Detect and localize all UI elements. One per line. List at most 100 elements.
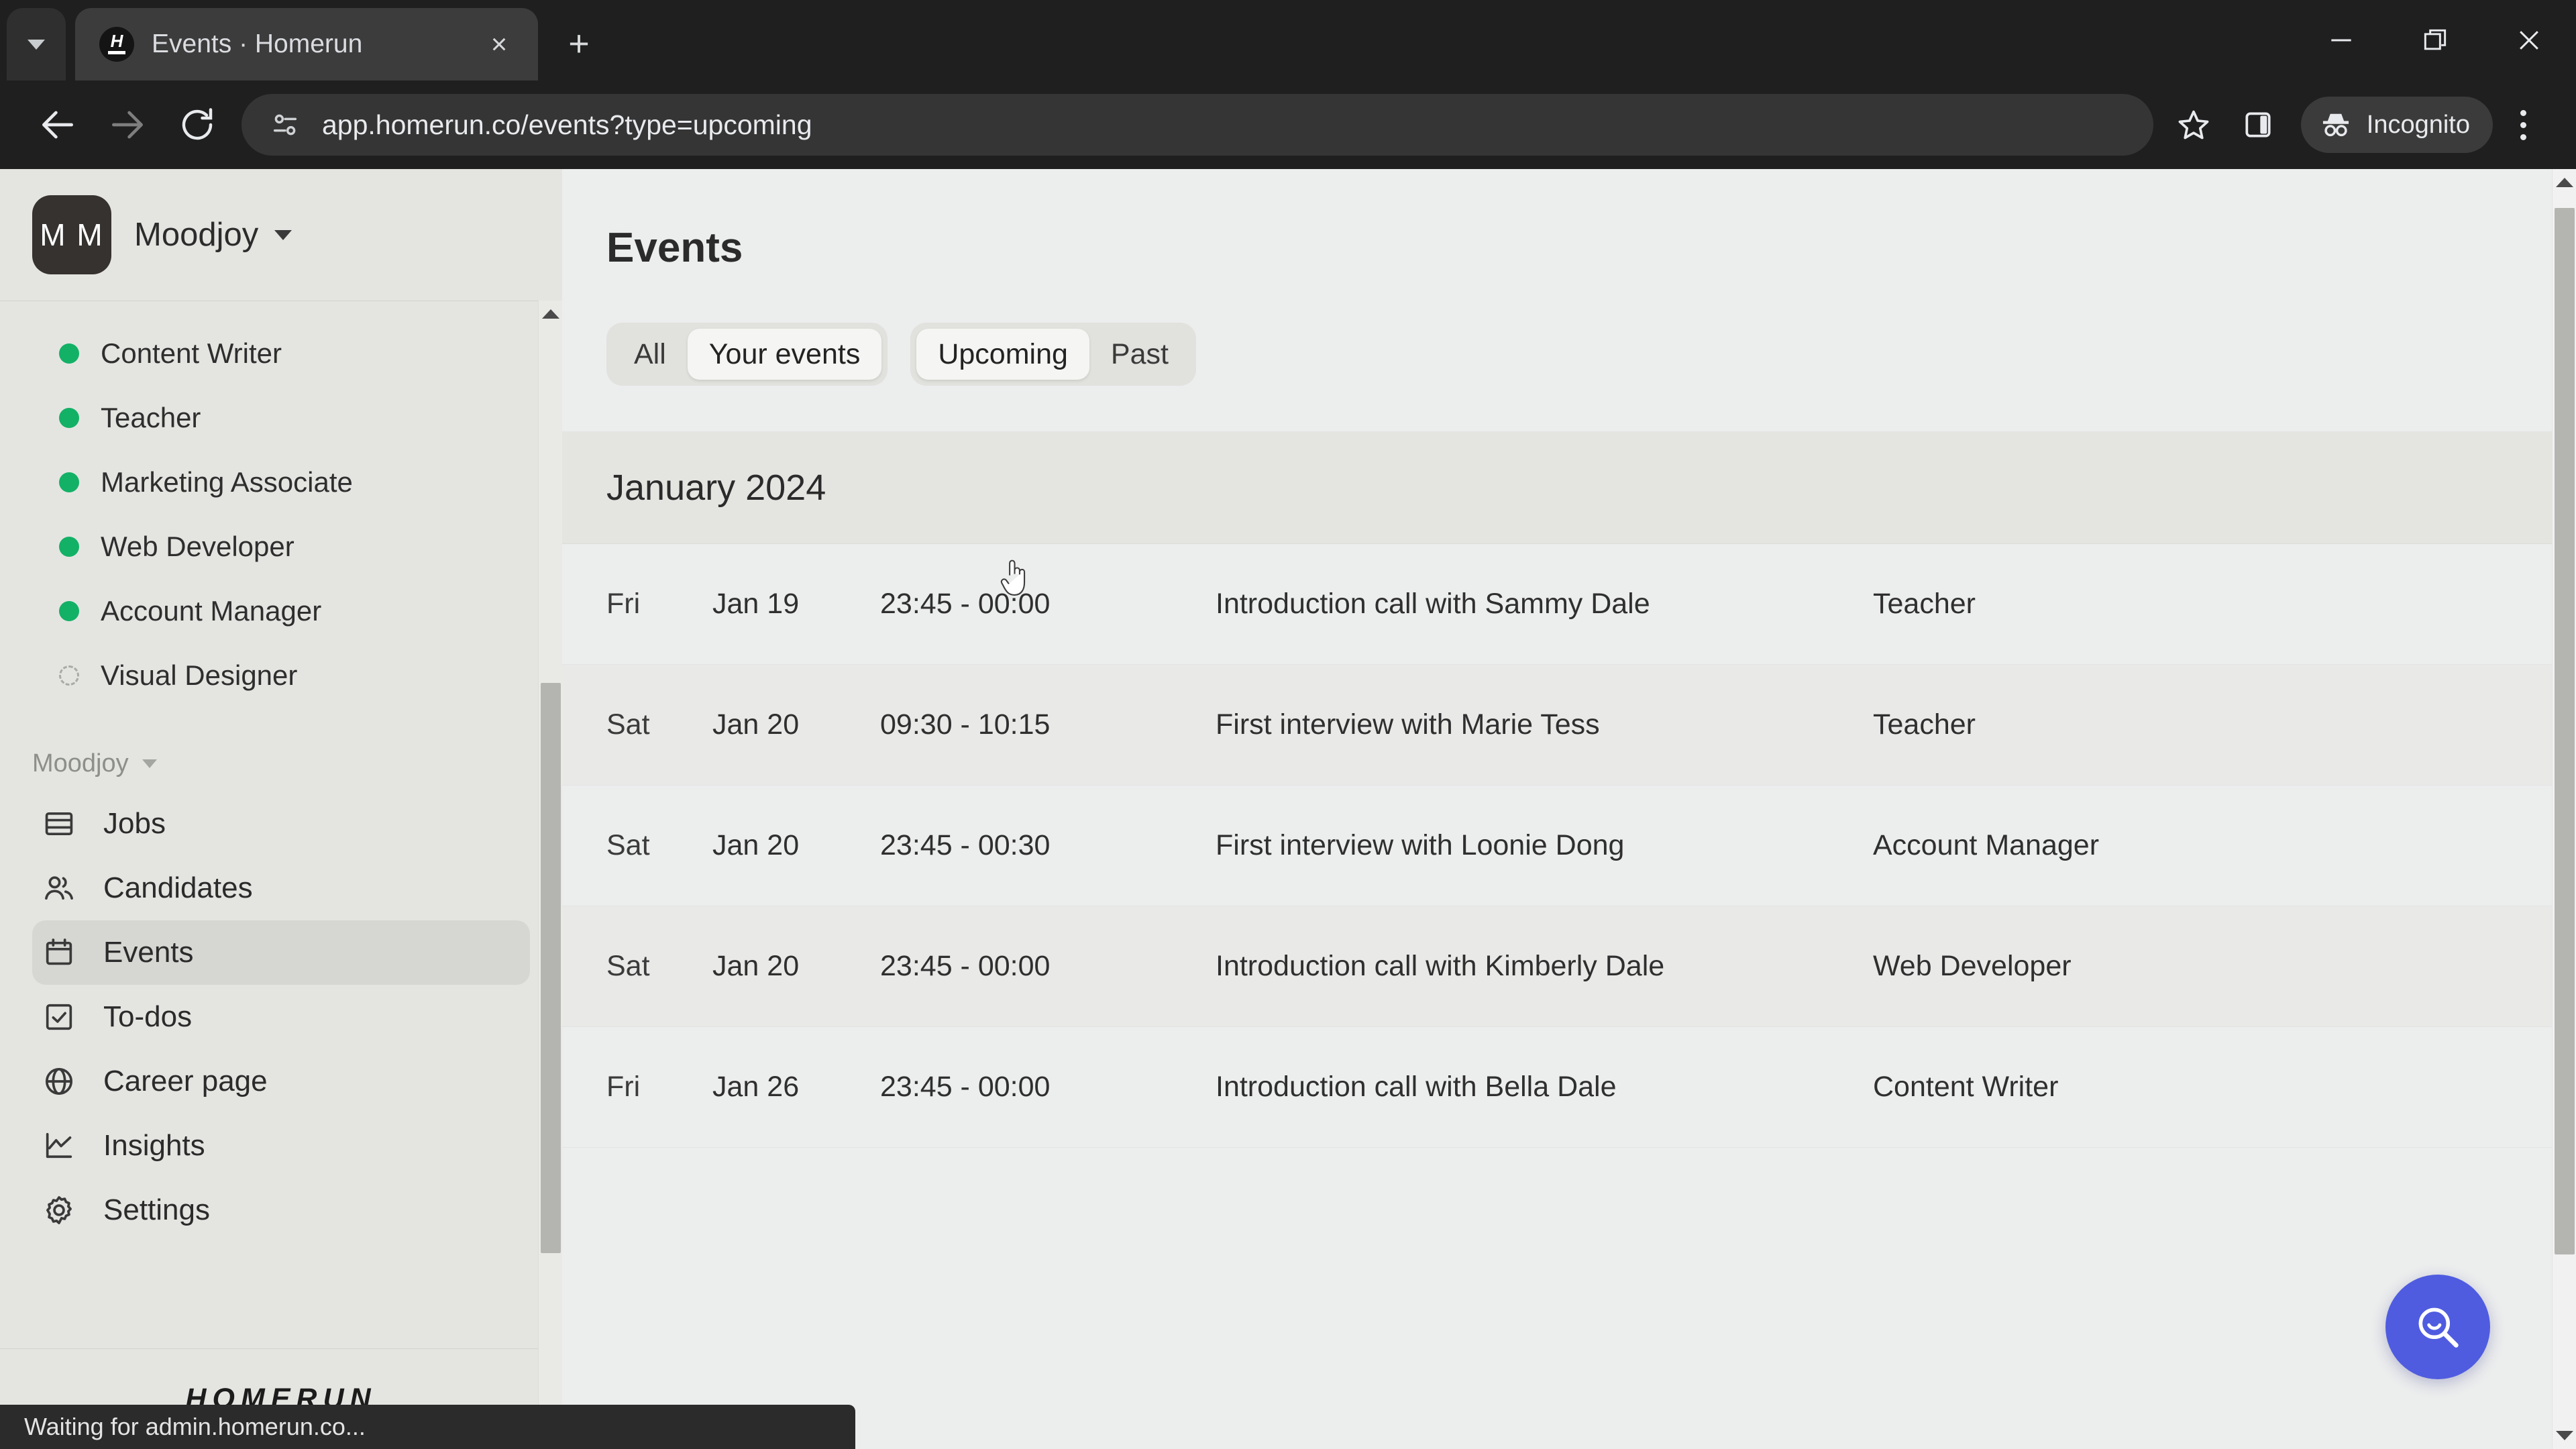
tab-upcoming[interactable]: Upcoming (916, 329, 1089, 380)
event-day-of-week: Fri (606, 1071, 641, 1103)
gear-icon (40, 1191, 78, 1229)
event-time: 23:45 - 00:00 (880, 950, 1051, 982)
page-scrollbar[interactable] (2552, 169, 2576, 1449)
status-dot-icon (59, 601, 79, 621)
event-title: First interview with Loonie Dong (1216, 829, 1625, 861)
globe-icon (40, 1063, 78, 1100)
sidebar-item-job[interactable]: Content Writer (0, 321, 562, 386)
search-fab-button[interactable] (2385, 1275, 2490, 1379)
close-window-button[interactable] (2482, 0, 2576, 80)
sidebar-item-job[interactable]: Web Developer (0, 515, 562, 579)
event-time: 23:45 - 00:00 (880, 588, 1051, 620)
sidebar-item-settings[interactable]: Settings (32, 1178, 530, 1242)
sidebar-item-career-page[interactable]: Career page (32, 1049, 530, 1114)
scrollbar-thumb[interactable] (541, 683, 561, 1253)
job-label: Visual Designer (101, 659, 298, 691)
table-row[interactable]: Sat Jan 20 23:45 - 00:30 First interview… (562, 786, 2576, 906)
minimize-button[interactable] (2294, 0, 2388, 80)
sidebar-item-insights[interactable]: Insights (32, 1114, 530, 1178)
chevron-down-icon (28, 39, 45, 50)
tab-past[interactable]: Past (1089, 329, 1190, 380)
close-icon[interactable]: × (480, 25, 518, 63)
table-row[interactable]: Sat Jan 20 09:30 - 10:15 First interview… (562, 665, 2576, 786)
sidebar-item-label: Career page (103, 1065, 268, 1097)
job-label: Content Writer (101, 337, 282, 369)
sidebar-item-events[interactable]: Events (32, 920, 530, 985)
chart-icon (40, 1127, 78, 1165)
avatar: M M (32, 195, 111, 274)
event-time: 23:45 - 00:30 (880, 829, 1051, 861)
sidebar-item-label: Jobs (103, 807, 166, 840)
sidebar-item-jobs[interactable]: Jobs (32, 792, 530, 856)
job-label: Marketing Associate (101, 466, 353, 498)
month-header-text: January 2024 (606, 467, 826, 508)
scope-filter-group: All Your events (606, 323, 888, 386)
kebab-dot (2520, 121, 2526, 128)
table-row[interactable]: Fri Jan 19 23:45 - 00:00 Introduction ca… (562, 544, 2576, 665)
sidebar-item-job[interactable]: Teacher (0, 386, 562, 450)
scrollbar-thumb[interactable] (2555, 208, 2575, 1254)
status-dot-icon (59, 537, 79, 557)
address-bar[interactable]: app.homerun.co/events?type=upcoming (241, 94, 2153, 156)
events-table: Fri Jan 19 23:45 - 00:00 Introduction ca… (562, 544, 2576, 1148)
favicon-homerun: H (99, 27, 134, 62)
sidebar-item-todos[interactable]: To-dos (32, 985, 530, 1049)
sidebar-item-job[interactable]: Marketing Associate (0, 450, 562, 515)
incognito-icon (2322, 113, 2349, 137)
incognito-indicator[interactable]: Incognito (2300, 97, 2493, 153)
page-title: Events (606, 225, 743, 271)
tab-title: Events · Homerun (152, 30, 363, 58)
page-viewport: M M Moodjoy Content Writer Teacher Marke… (0, 169, 2576, 1449)
scroll-up-arrow-icon[interactable] (539, 301, 563, 327)
chevron-down-icon (142, 759, 157, 768)
back-button[interactable] (23, 90, 93, 160)
sidebar-item-candidates[interactable]: Candidates (32, 856, 530, 920)
forward-button[interactable] (93, 90, 162, 160)
incognito-label: Incognito (2366, 110, 2470, 139)
event-title: Introduction call with Sammy Dale (1216, 588, 1650, 620)
event-date: Jan 19 (712, 588, 800, 620)
sidebar-item-job-draft[interactable]: Visual Designer (0, 643, 562, 708)
url-text: app.homerun.co/events?type=upcoming (322, 109, 812, 140)
table-row[interactable]: Sat Jan 20 23:45 - 00:00 Introduction ca… (562, 906, 2576, 1027)
workspace-switcher[interactable]: M M Moodjoy (0, 169, 562, 301)
sidebar-item-label: Candidates (103, 871, 253, 904)
reload-button[interactable] (162, 90, 232, 160)
event-date: Jan 20 (712, 829, 800, 861)
time-filter-group: Upcoming Past (910, 323, 1196, 386)
event-job: Content Writer (1873, 1071, 2059, 1103)
event-job: Teacher (1873, 588, 1976, 620)
job-label: Account Manager (101, 595, 322, 627)
bookmark-star-icon[interactable] (2161, 93, 2226, 157)
browser-tab[interactable]: H Events · Homerun × (75, 8, 538, 80)
tab-your-events[interactable]: Your events (687, 329, 882, 380)
tab-all[interactable]: All (612, 329, 688, 380)
sidebar-item-job[interactable]: Account Manager (0, 579, 562, 643)
calendar-icon (40, 934, 78, 971)
sidebar-section-label[interactable]: Moodjoy (0, 749, 562, 778)
event-date: Jan 20 (712, 950, 800, 982)
browser-window: H Events · Homerun × + app.homerun.co/ev… (0, 0, 2576, 1449)
scroll-down-arrow-icon[interactable] (2553, 1422, 2576, 1449)
event-day-of-week: Sat (606, 708, 650, 741)
site-settings-icon[interactable] (262, 101, 309, 148)
workspace-name: Moodjoy (134, 217, 259, 253)
new-tab-button[interactable]: + (553, 17, 605, 70)
sidebar-scrollbar[interactable] (538, 301, 562, 1449)
search-icon (2418, 1307, 2459, 1348)
sidebar-item-label: Events (103, 936, 194, 969)
table-row[interactable]: Fri Jan 26 23:45 - 00:00 Introduction ca… (562, 1027, 2576, 1148)
section-label-text: Moodjoy (32, 749, 129, 777)
event-time: 09:30 - 10:15 (880, 708, 1051, 741)
browser-menu-button[interactable] (2493, 93, 2553, 157)
browser-toolbar: app.homerun.co/events?type=upcoming Inco… (0, 80, 2576, 169)
event-title: Introduction call with Kimberly Dale (1216, 950, 1665, 982)
job-label: Teacher (101, 402, 201, 433)
month-header: January 2024 (562, 431, 2576, 544)
scroll-up-arrow-icon[interactable] (2553, 169, 2576, 196)
side-panel-icon[interactable] (2226, 93, 2290, 157)
job-list: Content Writer Teacher Marketing Associa… (0, 301, 562, 708)
tab-search-button[interactable] (7, 8, 66, 80)
maximize-restore-button[interactable] (2388, 0, 2482, 80)
job-label: Web Developer (101, 531, 294, 562)
